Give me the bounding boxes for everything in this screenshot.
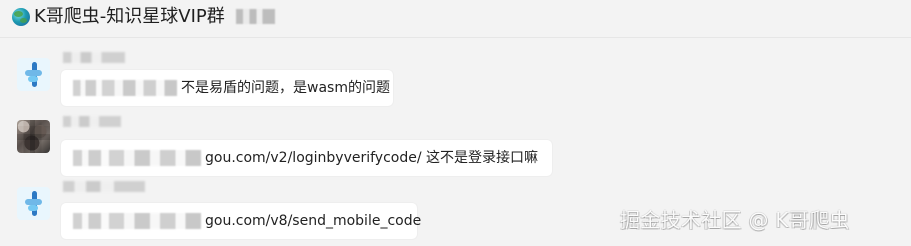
title-blur-mask xyxy=(236,9,275,24)
message-text: gou.com/v2/loginbyverifycode/ 这不是登录接口嘛 xyxy=(205,150,539,166)
chat-header: K哥爬虫-知识星球VIP群 xyxy=(0,0,911,38)
group-title: K哥爬虫-知识星球VIP群 xyxy=(34,6,225,27)
avatar[interactable] xyxy=(17,58,50,91)
message-text: gou.com/v8/send_mobile_code xyxy=(205,213,422,229)
message-blur-mask xyxy=(73,213,201,229)
sender-name-blur xyxy=(63,52,125,63)
message-bubble[interactable]: gou.com/v8/send_mobile_code xyxy=(61,203,421,239)
message-bubble[interactable]: gou.com/v2/loginbyverifycode/ 这不是登录接口嘛 xyxy=(61,140,552,176)
globe-icon xyxy=(12,8,30,26)
message-blur-mask xyxy=(73,80,177,96)
sender-name-blur xyxy=(63,181,145,192)
avatar[interactable] xyxy=(17,187,50,220)
watermark-text: 掘金技术社区 @ K哥爬虫 xyxy=(620,208,850,232)
sender-name-blur xyxy=(63,116,121,127)
message-text: 不是易盾的问题，是wasm的问题 xyxy=(181,80,390,96)
message-bubble[interactable]: 不是易盾的问题，是wasm的问题 xyxy=(61,70,393,106)
message-blur-mask xyxy=(73,150,201,166)
avatar[interactable] xyxy=(17,120,50,153)
